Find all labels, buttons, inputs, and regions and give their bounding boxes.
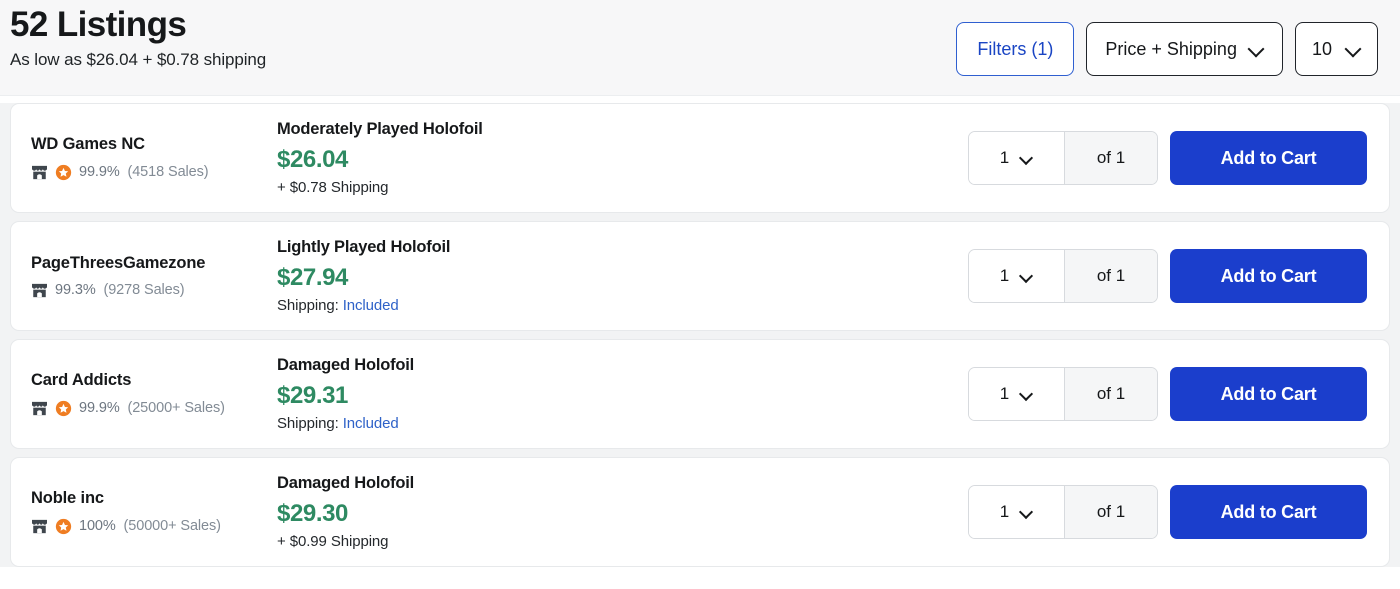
listing-card[interactable]: PageThreesGamezone 99.3% (9278 Sales) Li… (10, 221, 1390, 331)
quantity-available: of 1 (1064, 250, 1157, 302)
add-to-cart-button[interactable]: Add to Cart (1170, 249, 1367, 303)
gold-star-badge-icon (55, 400, 72, 417)
listing-card[interactable]: Card Addicts 99.9% (25000+ Sales) Damage… (10, 339, 1390, 449)
chevron-down-icon (1346, 42, 1361, 57)
item-price: $27.94 (277, 263, 349, 291)
quantity-stepper: 1 of 1 (968, 485, 1158, 539)
seller-name[interactable]: WD Games NC (31, 135, 267, 155)
chevron-down-icon (1020, 152, 1033, 165)
item-price: $26.04 (277, 145, 349, 173)
add-to-cart-button[interactable]: Add to Cart (1170, 485, 1367, 539)
shipping-included-link[interactable]: Included (343, 415, 399, 432)
seller-column: Card Addicts 99.9% (25000+ Sales) (31, 371, 277, 417)
chevron-down-icon (1249, 42, 1264, 57)
item-condition[interactable]: Moderately Played Holofoil (277, 120, 968, 140)
storefront-icon (32, 165, 47, 180)
gold-star-badge-icon (55, 164, 72, 181)
item-column: Damaged Holofoil $29.31 Shipping: Includ… (277, 356, 968, 432)
page-title: 52 Listings (10, 5, 187, 44)
actions-column: 1 of 1 Add to Cart (968, 367, 1381, 421)
item-column: Damaged Holofoil $29.30 + $0.99 Shipping (277, 474, 968, 550)
page-size-dropdown[interactable]: 10 (1294, 22, 1378, 76)
seller-column: Noble inc 100% (50000+ Sales) (31, 489, 277, 535)
sort-dropdown[interactable]: Price + Shipping (1086, 22, 1283, 76)
gold-star-badge-icon (55, 518, 72, 535)
item-price: $29.30 (277, 499, 349, 527)
item-column: Lightly Played Holofoil $27.94 Shipping:… (277, 238, 968, 314)
quantity-select[interactable]: 1 (969, 132, 1064, 184)
listings-container: WD Games NC 99.9% (4518 Sales) Moderatel… (0, 103, 1400, 567)
seller-column: WD Games NC 99.9% (4518 Sales) (31, 135, 277, 181)
storefront-icon (32, 401, 47, 416)
storefront-icon (32, 519, 47, 534)
quantity-stepper: 1 of 1 (968, 249, 1158, 303)
item-shipping: Shipping: Included (277, 297, 399, 315)
quantity-select[interactable]: 1 (969, 486, 1064, 538)
page-subtitle: As low as $26.04 + $0.78 shipping (10, 49, 267, 69)
add-to-cart-button[interactable]: Add to Cart (1170, 131, 1367, 185)
item-column: Moderately Played Holofoil $26.04 + $0.7… (277, 120, 968, 196)
filters-button-label: Filters (1) (977, 38, 1054, 59)
item-shipping: + $0.99 Shipping (277, 533, 389, 551)
item-condition[interactable]: Lightly Played Holofoil (277, 238, 968, 258)
seller-rating-sales: 99.3% (9278 Sales) (55, 282, 185, 299)
page-size-dropdown-label: 10 (1311, 38, 1332, 59)
listing-card[interactable]: Noble inc 100% (50000+ Sales) Damaged Ho… (10, 457, 1390, 567)
seller-meta: 99.3% (9278 Sales) (31, 282, 267, 298)
seller-meta: 99.9% (25000+ Sales) (31, 400, 267, 417)
listing-card[interactable]: WD Games NC 99.9% (4518 Sales) Moderatel… (10, 103, 1390, 213)
storefront-icon (32, 283, 47, 298)
chevron-down-icon (1020, 506, 1033, 519)
quantity-select[interactable]: 1 (969, 368, 1064, 420)
quantity-available: of 1 (1064, 368, 1157, 420)
item-shipping: + $0.78 Shipping (277, 179, 389, 197)
quantity-value: 1 (999, 148, 1010, 167)
quantity-available: of 1 (1064, 486, 1157, 538)
seller-meta: 99.9% (4518 Sales) (31, 164, 267, 181)
quantity-available: of 1 (1064, 132, 1157, 184)
quantity-value: 1 (999, 384, 1010, 403)
quantity-select[interactable]: 1 (969, 250, 1064, 302)
seller-column: PageThreesGamezone 99.3% (9278 Sales) (31, 254, 277, 299)
chevron-down-icon (1020, 270, 1033, 283)
quantity-stepper: 1 of 1 (968, 367, 1158, 421)
seller-rating-sales: 99.9% (4518 Sales) (79, 164, 209, 181)
listings-header: 52 Listings As low as $26.04 + $0.78 shi… (0, 0, 1400, 96)
sort-dropdown-label: Price + Shipping (1105, 38, 1237, 59)
filters-button[interactable]: Filters (1) (956, 22, 1075, 76)
quantity-stepper: 1 of 1 (968, 131, 1158, 185)
quantity-value: 1 (999, 502, 1010, 521)
seller-name[interactable]: Noble inc (31, 489, 267, 509)
add-to-cart-button[interactable]: Add to Cart (1170, 367, 1367, 421)
seller-rating-sales: 100% (50000+ Sales) (79, 518, 221, 535)
quantity-value: 1 (999, 266, 1010, 285)
item-shipping: Shipping: Included (277, 415, 399, 433)
item-price: $29.31 (277, 381, 349, 409)
item-condition[interactable]: Damaged Holofoil (277, 356, 968, 376)
actions-column: 1 of 1 Add to Cart (968, 131, 1381, 185)
item-condition[interactable]: Damaged Holofoil (277, 474, 968, 494)
seller-rating-sales: 99.9% (25000+ Sales) (79, 400, 225, 417)
header-title-block: 52 Listings As low as $26.04 + $0.78 shi… (10, 0, 266, 70)
actions-column: 1 of 1 Add to Cart (968, 249, 1381, 303)
seller-name[interactable]: Card Addicts (31, 371, 267, 391)
shipping-included-link[interactable]: Included (343, 297, 399, 314)
seller-name[interactable]: PageThreesGamezone (31, 254, 267, 274)
seller-meta: 100% (50000+ Sales) (31, 518, 267, 535)
header-controls: Filters (1) Price + Shipping 10 (956, 0, 1378, 76)
actions-column: 1 of 1 Add to Cart (968, 485, 1381, 539)
chevron-down-icon (1020, 388, 1033, 401)
